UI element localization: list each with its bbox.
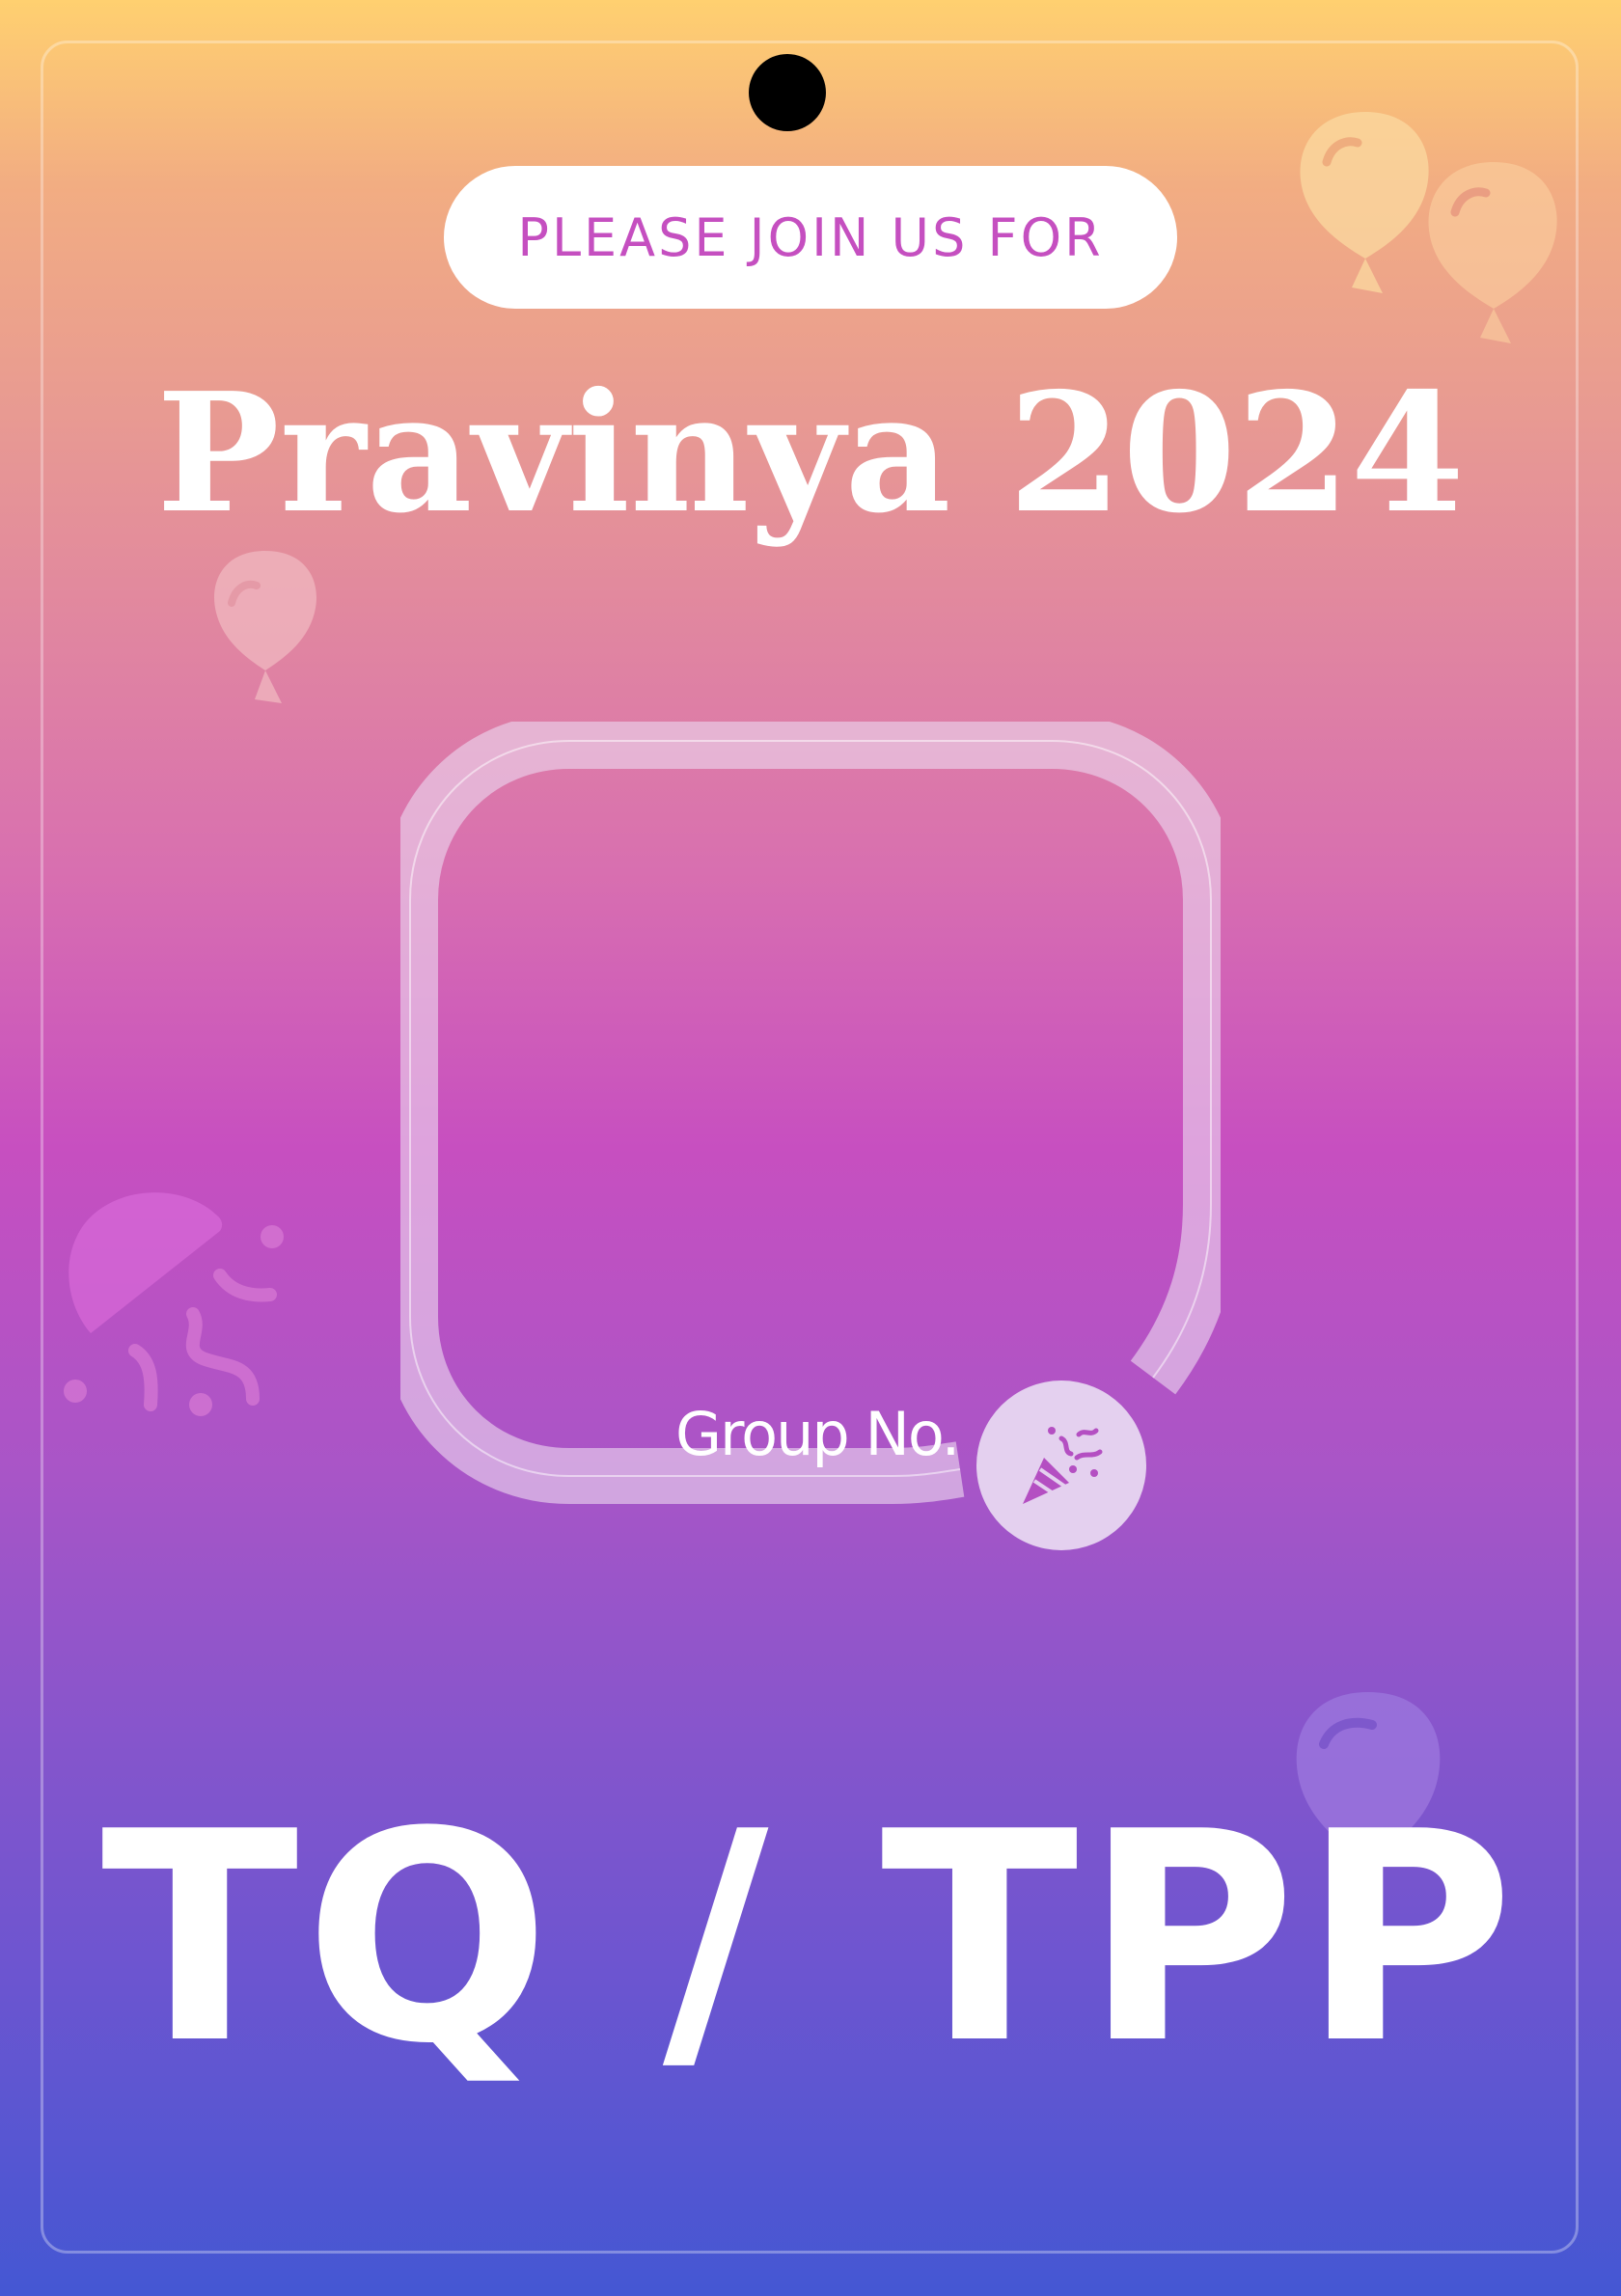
confetti-icon <box>64 1192 284 1416</box>
event-title: Pravinya 2024 <box>156 357 1465 550</box>
balloon-icon <box>214 551 316 703</box>
lanyard-hole <box>749 54 826 131</box>
invite-banner: PLEASE JOIN US FOR <box>444 166 1177 309</box>
party-badge <box>976 1380 1146 1550</box>
party-popper-icon <box>1023 1427 1103 1504</box>
invite-text: PLEASE JOIN US FOR <box>517 206 1104 268</box>
group-number-label: Group No. <box>675 1399 960 1469</box>
balloon-icon <box>1428 162 1557 343</box>
group-code: TQ / TPP <box>100 1770 1521 2107</box>
